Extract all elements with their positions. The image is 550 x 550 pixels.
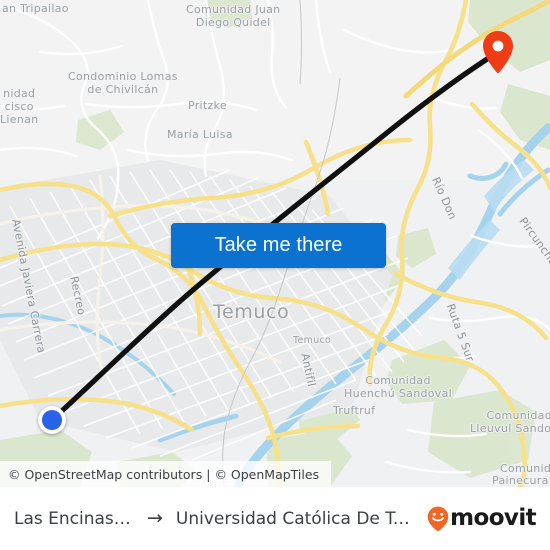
footer-destination-label[interactable]: Universidad Católica De Temuco ...: [176, 509, 419, 529]
footer-origin-label[interactable]: Las Encinas / ...: [14, 509, 134, 529]
origin-marker[interactable]: [38, 406, 66, 434]
trip-map-screen: an Tripailao Comunidad Juan Diego Quidel C…: [0, 0, 550, 550]
moovit-pin-icon: [427, 506, 449, 531]
take-me-there-button[interactable]: Take me there: [171, 223, 386, 268]
attribution-separator: |: [206, 466, 211, 482]
map-pin-icon: [483, 31, 513, 74]
trip-footer-bar: Las Encinas / ... → Universidad Católica…: [0, 487, 550, 550]
map-canvas[interactable]: an Tripailao Comunidad Juan Diego Quidel C…: [0, 0, 550, 487]
attribution-osm[interactable]: © OpenStreetMap contributors: [8, 467, 202, 482]
moovit-wordmark: moovit: [450, 505, 536, 531]
arrow-right-icon: →: [147, 507, 163, 529]
destination-marker[interactable]: [482, 30, 514, 74]
attribution-tiles[interactable]: © OpenMapTiles: [214, 467, 319, 482]
map-attribution: © OpenStreetMap contributors | © OpenMap…: [0, 461, 332, 487]
origin-marker-dot: [42, 410, 62, 430]
trip-footer-inner: Las Encinas / ... → Universidad Católica…: [0, 506, 550, 531]
moovit-logo[interactable]: moovit: [427, 505, 537, 531]
